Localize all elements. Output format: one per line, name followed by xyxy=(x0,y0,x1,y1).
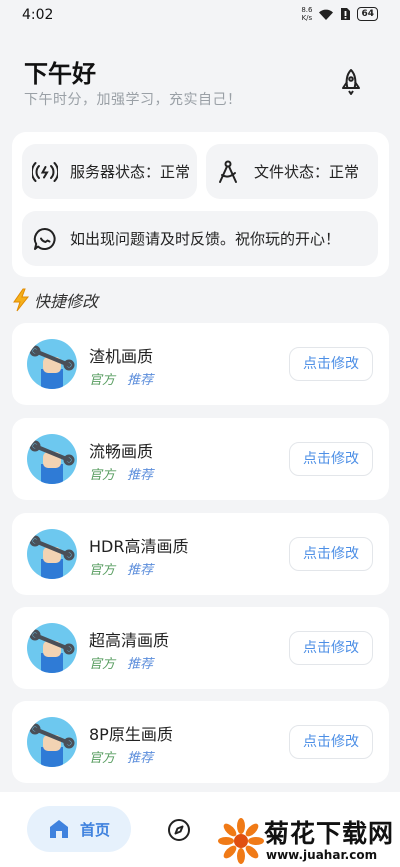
tag-official: 官方 xyxy=(89,563,116,578)
server-status-text: 服务器状态：正常 xyxy=(70,163,191,181)
quality-card-2: 流畅画质 官方 推荐 点击修改 xyxy=(12,418,389,500)
quality-card-4: 超高清画质 官方 推荐 点击修改 xyxy=(12,607,389,689)
quality-tags: 官方 推荐 xyxy=(89,464,153,483)
tag-recommend: 推荐 xyxy=(127,657,154,672)
tag-recommend: 推荐 xyxy=(127,373,154,388)
modify-button[interactable]: 点击修改 xyxy=(289,442,373,476)
wrench-fist-icon xyxy=(27,434,77,484)
tag-recommend: 推荐 xyxy=(127,563,154,578)
wrench-fist-icon xyxy=(27,339,77,389)
wrench-fist-icon xyxy=(27,623,77,673)
compass-icon[interactable] xyxy=(167,818,191,842)
greeting-title: 下午好 xyxy=(24,60,96,88)
net-speed: 8.6 K/s xyxy=(301,6,312,22)
status-icons: 8.6 K/s 64 xyxy=(301,6,378,22)
tag-recommend: 推荐 xyxy=(127,468,154,483)
wrench-fist-icon xyxy=(27,529,77,579)
status-bar: 4:02 8.6 K/s 64 xyxy=(0,0,400,30)
tag-official: 官方 xyxy=(89,468,116,483)
file-status: 文件状态：正常 xyxy=(206,144,378,199)
quality-tags: 官方 推荐 xyxy=(89,369,153,388)
compass-drawing-icon xyxy=(219,160,237,183)
tag-recommend: 推荐 xyxy=(127,751,154,766)
quality-card-1: 渣机画质 官方 推荐 点击修改 xyxy=(12,323,389,405)
quality-card-3: HDR高清画质 官方 推荐 点击修改 xyxy=(12,513,389,595)
nav-home-label: 首页 xyxy=(79,820,110,839)
tag-official: 官方 xyxy=(89,657,116,672)
quality-title: HDR高清画质 xyxy=(89,537,189,556)
status-card: 服务器状态：正常 文件状态：正常 如出现问题请及时反馈。祝你玩的开心！ xyxy=(12,132,389,277)
quality-tags: 官方 推荐 xyxy=(89,559,153,578)
rocket-icon[interactable] xyxy=(338,68,364,96)
wifi-icon xyxy=(318,8,334,21)
home-icon xyxy=(49,820,68,838)
modify-button[interactable]: 点击修改 xyxy=(289,631,373,665)
notice-banner: 如出现问题请及时反馈。祝你玩的开心！ xyxy=(22,211,378,266)
modify-button[interactable]: 点击修改 xyxy=(289,537,373,571)
chat-bubble-icon xyxy=(33,227,56,250)
quality-title: 超高清画质 xyxy=(89,631,170,650)
quality-card-5: 8P原生画质 官方 推荐 点击修改 xyxy=(12,701,389,783)
broadcast-icon xyxy=(32,161,58,182)
chrysanthemum-logo-icon xyxy=(218,818,264,864)
net-speed-value: 8.6 xyxy=(301,6,313,14)
watermark: 菊花下载网 www.juahar.com xyxy=(214,808,400,867)
lightning-icon xyxy=(13,288,30,312)
net-speed-unit: K/s xyxy=(301,14,313,22)
quick-edit-section-title: 快捷修改 xyxy=(12,288,98,312)
quality-tags: 官方 推荐 xyxy=(89,747,153,766)
tag-official: 官方 xyxy=(89,751,116,766)
quality-title: 8P原生画质 xyxy=(89,725,173,744)
modify-button[interactable]: 点击修改 xyxy=(289,347,373,381)
battery-indicator: 64 xyxy=(357,7,378,21)
watermark-url: www.juahar.com xyxy=(264,848,380,862)
notice-text: 如出现问题请及时反馈。祝你玩的开心！ xyxy=(70,230,341,248)
modify-button[interactable]: 点击修改 xyxy=(289,725,373,759)
file-status-text: 文件状态：正常 xyxy=(254,163,360,181)
quality-title: 渣机画质 xyxy=(89,347,154,366)
status-time: 4:02 xyxy=(22,7,54,23)
tag-official: 官方 xyxy=(89,373,116,388)
nav-home-tab[interactable]: 首页 xyxy=(27,806,131,852)
server-status: 服务器状态：正常 xyxy=(22,144,197,199)
quick-edit-title: 快捷修改 xyxy=(34,292,99,311)
greeting-subtitle: 下午时分，加强学习，充实自己！ xyxy=(24,92,242,108)
quality-title: 流畅画质 xyxy=(89,442,154,461)
wrench-fist-icon xyxy=(27,717,77,767)
quality-tags: 官方 推荐 xyxy=(89,653,153,672)
sim-alert-icon xyxy=(340,7,351,21)
watermark-name: 菊花下载网 xyxy=(264,819,395,848)
